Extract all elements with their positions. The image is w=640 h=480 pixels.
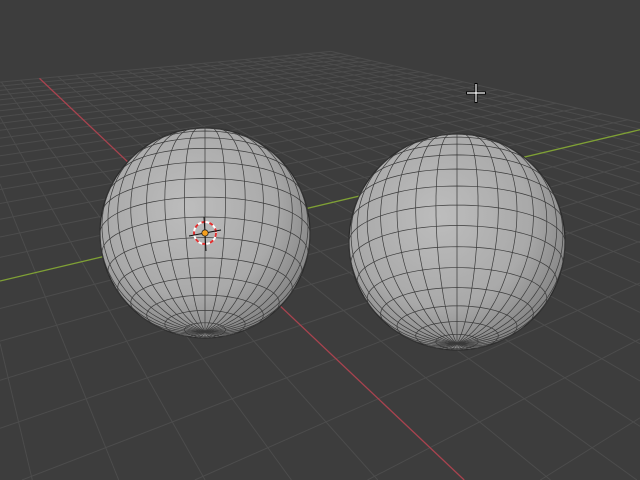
grid-line xyxy=(0,65,395,112)
3d-viewport[interactable] xyxy=(0,0,640,480)
uv-sphere-2[interactable] xyxy=(348,133,566,351)
grid-line xyxy=(0,53,341,87)
grid-line xyxy=(540,417,640,480)
viewport-canvas[interactable] xyxy=(0,0,640,480)
grid-line xyxy=(367,338,640,480)
origin-point-icon xyxy=(201,229,209,237)
grid-line xyxy=(0,343,33,480)
grid-line xyxy=(0,57,361,96)
